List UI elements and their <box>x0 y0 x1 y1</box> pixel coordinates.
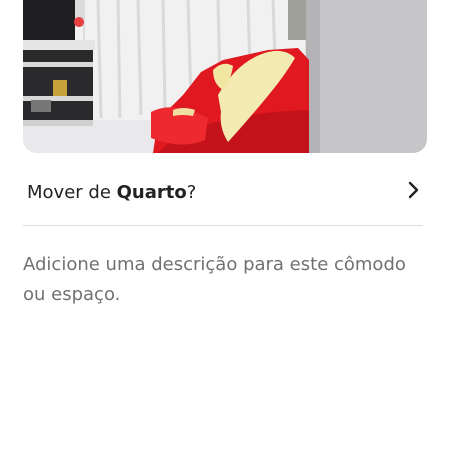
divider <box>23 225 423 226</box>
move-room-button[interactable]: Mover de Quarto? <box>23 170 427 218</box>
description-input[interactable]: Adicione uma descrição para este cômodo … <box>23 250 427 310</box>
move-room-prefix: Mover de <box>27 182 117 203</box>
move-room-name: Quarto <box>116 182 187 203</box>
room-photo-detail-screen: Mover de Quarto? Adicione uma descrição … <box>0 0 450 450</box>
chevron-right-icon <box>408 181 419 199</box>
room-photo[interactable] <box>23 0 427 153</box>
move-room-suffix: ? <box>186 182 197 203</box>
room-photo-image <box>23 0 427 153</box>
move-room-label: Mover de Quarto? <box>27 182 196 203</box>
